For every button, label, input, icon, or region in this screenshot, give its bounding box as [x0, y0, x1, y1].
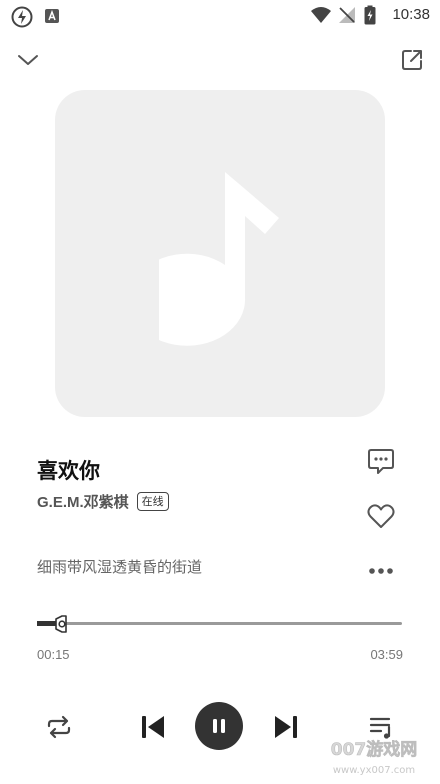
collapse-button[interactable]: [14, 46, 42, 74]
comment-icon: [368, 449, 394, 474]
progress-track[interactable]: [37, 622, 402, 625]
current-time: 00:15: [37, 647, 70, 662]
chevron-down-icon: [18, 55, 38, 65]
repeat-icon: [47, 715, 71, 739]
comment-button[interactable]: [366, 446, 396, 476]
previous-icon: [142, 716, 164, 738]
total-time: 03:59: [370, 647, 403, 662]
watermark: 007游戏网 www.yx007.com: [314, 735, 434, 780]
progress-thumb[interactable]: [52, 614, 72, 634]
repeat-button[interactable]: [44, 712, 74, 742]
share-external-icon: [402, 50, 422, 70]
source-badge: 在线: [136, 491, 169, 511]
more-button[interactable]: [366, 560, 396, 582]
album-art: [55, 90, 385, 417]
svg-text:www.yx007.com: www.yx007.com: [333, 765, 415, 776]
next-icon: [275, 716, 297, 738]
heart-icon: [367, 504, 395, 528]
next-button[interactable]: [270, 711, 302, 743]
play-pause-button[interactable]: [195, 702, 243, 750]
like-button[interactable]: [366, 502, 396, 530]
battery-charging-icon: [364, 5, 376, 25]
previous-button[interactable]: [137, 711, 169, 743]
pause-icon: [213, 719, 225, 733]
artist-name[interactable]: G.E.M.邓紫棋: [37, 491, 129, 512]
a-notification-icon: [45, 9, 59, 23]
music-note-icon: [159, 172, 279, 346]
current-lyric[interactable]: 细雨带风湿透黄昏的街道: [37, 556, 202, 577]
share-button[interactable]: [398, 46, 426, 74]
status-bar: 10:38: [0, 0, 440, 34]
wifi-icon: [311, 7, 331, 23]
watermark-logo: 007游戏网 www.yx007.com: [330, 739, 418, 776]
song-title: 喜欢你: [37, 459, 100, 483]
cassette-thumb-icon: [55, 615, 67, 633]
svg-text:007游戏网: 007游戏网: [331, 739, 418, 760]
artist-row: G.E.M.邓紫棋 在线: [37, 489, 169, 513]
status-time: 10:38: [392, 6, 430, 23]
no-signal-icon: [339, 7, 355, 23]
more-icon: [369, 568, 393, 574]
flash-icon: [11, 6, 33, 28]
